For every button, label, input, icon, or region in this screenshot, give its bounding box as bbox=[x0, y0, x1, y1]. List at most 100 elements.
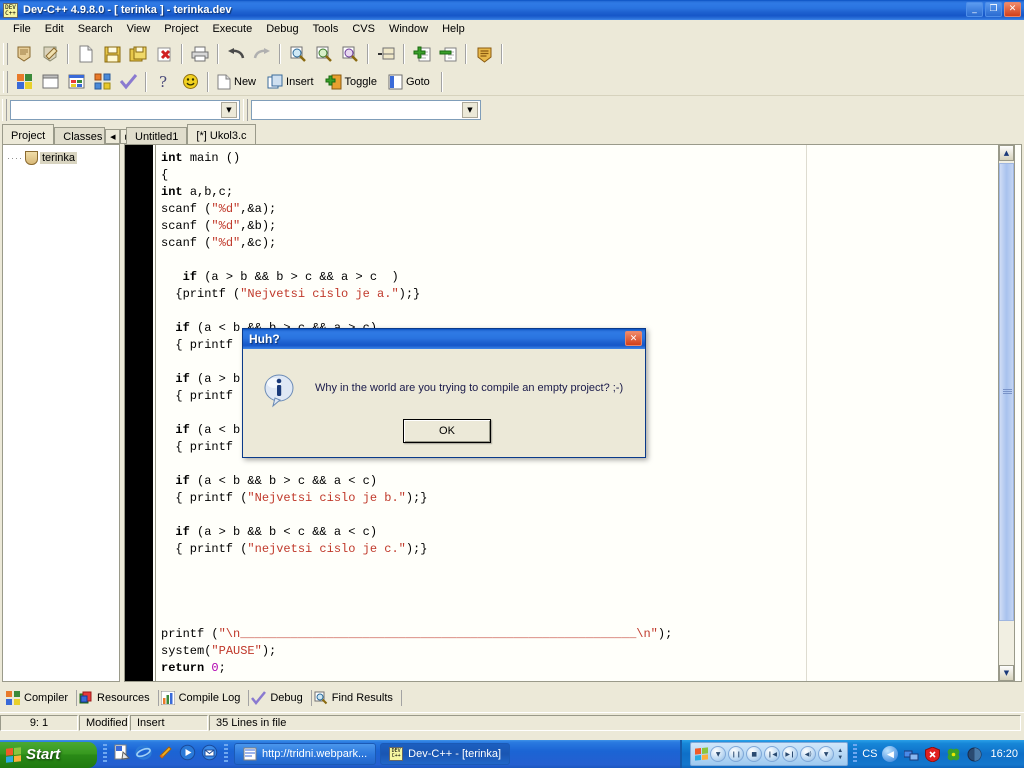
system-tray: ▼ ❙❙ ■ ❙◀ ▶❙ ◀) ▼ ▲ ▼ CS ◀ 16:20 bbox=[680, 740, 1024, 768]
save-all-icon[interactable] bbox=[126, 43, 150, 66]
save-icon[interactable] bbox=[100, 43, 124, 66]
tab-ukol3-c[interactable]: [*] Ukol3.c bbox=[187, 124, 256, 144]
start-button[interactable]: Start bbox=[0, 741, 97, 768]
insert-button[interactable]: Insert bbox=[264, 70, 320, 93]
ok-button[interactable]: OK bbox=[403, 419, 491, 443]
minimize-button[interactable]: _ bbox=[966, 2, 983, 17]
help-icon[interactable]: ? bbox=[152, 70, 176, 93]
ball-icon[interactable] bbox=[966, 746, 982, 762]
new-bookmark-button[interactable]: New bbox=[214, 70, 262, 93]
compile-and-run-icon[interactable] bbox=[64, 70, 88, 93]
language-indicator[interactable]: CS bbox=[862, 748, 877, 760]
close-file-icon[interactable] bbox=[152, 43, 176, 66]
chevron-down-icon[interactable]: ▼ bbox=[221, 102, 237, 118]
about-icon[interactable] bbox=[178, 70, 202, 93]
code-token: );} bbox=[405, 542, 428, 556]
outlook-express-icon[interactable] bbox=[201, 744, 218, 764]
replace-icon[interactable] bbox=[338, 43, 362, 66]
toggle-button[interactable]: Toggle bbox=[322, 70, 383, 93]
remove-from-project-icon[interactable] bbox=[436, 43, 460, 66]
deskband-prev-button[interactable]: ❙◀ bbox=[764, 746, 781, 762]
clover-icon[interactable] bbox=[945, 746, 961, 762]
deskband-eq-button[interactable]: ▼ bbox=[818, 746, 835, 762]
media-player-icon[interactable] bbox=[179, 744, 196, 764]
code-token: 0 bbox=[211, 661, 219, 675]
bottom-tab-debug[interactable]: Debug bbox=[249, 690, 312, 706]
antivirus-icon[interactable] bbox=[924, 746, 940, 762]
code-line: int a,b,c; bbox=[161, 184, 1001, 201]
deskband-resize-handles[interactable]: ▲ ▼ bbox=[837, 748, 843, 761]
menu-item-edit[interactable]: Edit bbox=[38, 22, 71, 36]
deskband-stop-button[interactable]: ■ bbox=[746, 746, 763, 762]
function-browser-combo[interactable]: ▼ bbox=[251, 100, 481, 120]
scroll-up-button[interactable]: ▲ bbox=[999, 145, 1014, 161]
scroll-down-button[interactable]: ▼ bbox=[999, 665, 1014, 681]
menu-item-tools[interactable]: Tools bbox=[306, 22, 346, 36]
project-tree[interactable]: ···· terinka bbox=[3, 145, 119, 165]
undo-icon[interactable] bbox=[224, 43, 248, 66]
scrollbar-thumb[interactable] bbox=[999, 163, 1014, 621]
close-button[interactable]: ✕ bbox=[1004, 2, 1021, 17]
toolbar-grip[interactable] bbox=[3, 43, 8, 65]
menu-item-window[interactable]: Window bbox=[382, 22, 435, 36]
goto-button[interactable]: Goto bbox=[385, 70, 436, 93]
add-to-project-icon[interactable] bbox=[410, 43, 434, 66]
deskband-menu-button[interactable]: ▼ bbox=[710, 746, 727, 762]
code-token: "%d" bbox=[211, 202, 241, 216]
menu-item-execute[interactable]: Execute bbox=[205, 22, 259, 36]
menu-item-debug[interactable]: Debug bbox=[259, 22, 305, 36]
network-icon[interactable] bbox=[903, 746, 919, 762]
tab-classes[interactable]: Classes bbox=[54, 127, 106, 144]
dialog-close-button[interactable]: ✕ bbox=[625, 331, 642, 346]
rebuild-all-icon[interactable] bbox=[90, 70, 114, 93]
find-next-icon[interactable] bbox=[312, 43, 336, 66]
restore-button[interactable]: ❐ bbox=[985, 2, 1002, 17]
combo-grip[interactable] bbox=[2, 99, 7, 121]
project-options-icon[interactable] bbox=[472, 43, 496, 66]
deskband-volume-button[interactable]: ◀) bbox=[800, 746, 817, 762]
project-node-label[interactable]: terinka bbox=[40, 152, 78, 164]
clock[interactable]: 16:20 bbox=[990, 748, 1018, 760]
bottom-tab-compiler[interactable]: Compiler bbox=[4, 690, 78, 706]
winamp-icon[interactable] bbox=[157, 744, 174, 764]
menu-item-project[interactable]: Project bbox=[157, 22, 205, 36]
deskband-next-button[interactable]: ▶❙ bbox=[782, 746, 799, 762]
show-desktop-icon[interactable] bbox=[113, 744, 131, 764]
menu-item-view[interactable]: View bbox=[120, 22, 158, 36]
taskbar-item-devcpp[interactable]: DEV C++ Dev-C++ - [terinka] bbox=[380, 743, 511, 765]
combo-grip-2[interactable] bbox=[243, 99, 248, 121]
menu-item-help[interactable]: Help bbox=[435, 22, 472, 36]
compile-icon[interactable] bbox=[12, 70, 36, 93]
menu-item-cvs[interactable]: CVS bbox=[345, 22, 382, 36]
editor-vertical-scrollbar[interactable]: ▲ ▼ bbox=[998, 144, 1015, 682]
run-icon[interactable] bbox=[38, 70, 62, 93]
open-project-icon[interactable] bbox=[38, 43, 62, 66]
new-project-icon[interactable] bbox=[12, 43, 36, 66]
find-icon[interactable] bbox=[286, 43, 310, 66]
print-icon[interactable] bbox=[188, 43, 212, 66]
menu-item-file[interactable]: File bbox=[6, 22, 38, 36]
editor-gutter[interactable] bbox=[125, 145, 153, 681]
volume-icon[interactable]: ◀ bbox=[882, 746, 899, 762]
bottom-tab-find-results[interactable]: Find Results bbox=[312, 690, 402, 706]
internet-explorer-icon[interactable] bbox=[135, 744, 152, 764]
tab-untitled1[interactable]: Untitled1 bbox=[126, 127, 188, 144]
debug-check-icon[interactable] bbox=[116, 70, 140, 93]
taskband-grip[interactable] bbox=[224, 744, 228, 764]
new-file-icon[interactable] bbox=[74, 43, 98, 66]
goto-line-icon[interactable] bbox=[374, 43, 398, 66]
tray-grip[interactable] bbox=[853, 744, 858, 764]
tab-prev-button[interactable]: ◀ bbox=[105, 129, 121, 144]
toolbar-grip-2[interactable] bbox=[3, 70, 8, 93]
code-token: ); bbox=[657, 627, 673, 641]
taskbar-item-browser[interactable]: http://tridni.webpark... bbox=[234, 743, 377, 765]
menu-item-search[interactable]: Search bbox=[71, 22, 120, 36]
tab-project[interactable]: Project bbox=[2, 124, 55, 144]
media-deskband[interactable]: ▼ ❙❙ ■ ❙◀ ▶❙ ◀) ▼ ▲ ▼ bbox=[690, 742, 849, 766]
deskband-pause-button[interactable]: ❙❙ bbox=[728, 746, 745, 762]
bottom-tab-resources[interactable]: Resources bbox=[77, 690, 159, 706]
chevron-down-icon-2[interactable]: ▼ bbox=[462, 102, 478, 118]
bottom-tab-compile-log[interactable]: Compile Log bbox=[159, 690, 250, 706]
redo-icon[interactable] bbox=[250, 43, 274, 66]
class-browser-combo[interactable]: ▼ bbox=[10, 100, 240, 120]
